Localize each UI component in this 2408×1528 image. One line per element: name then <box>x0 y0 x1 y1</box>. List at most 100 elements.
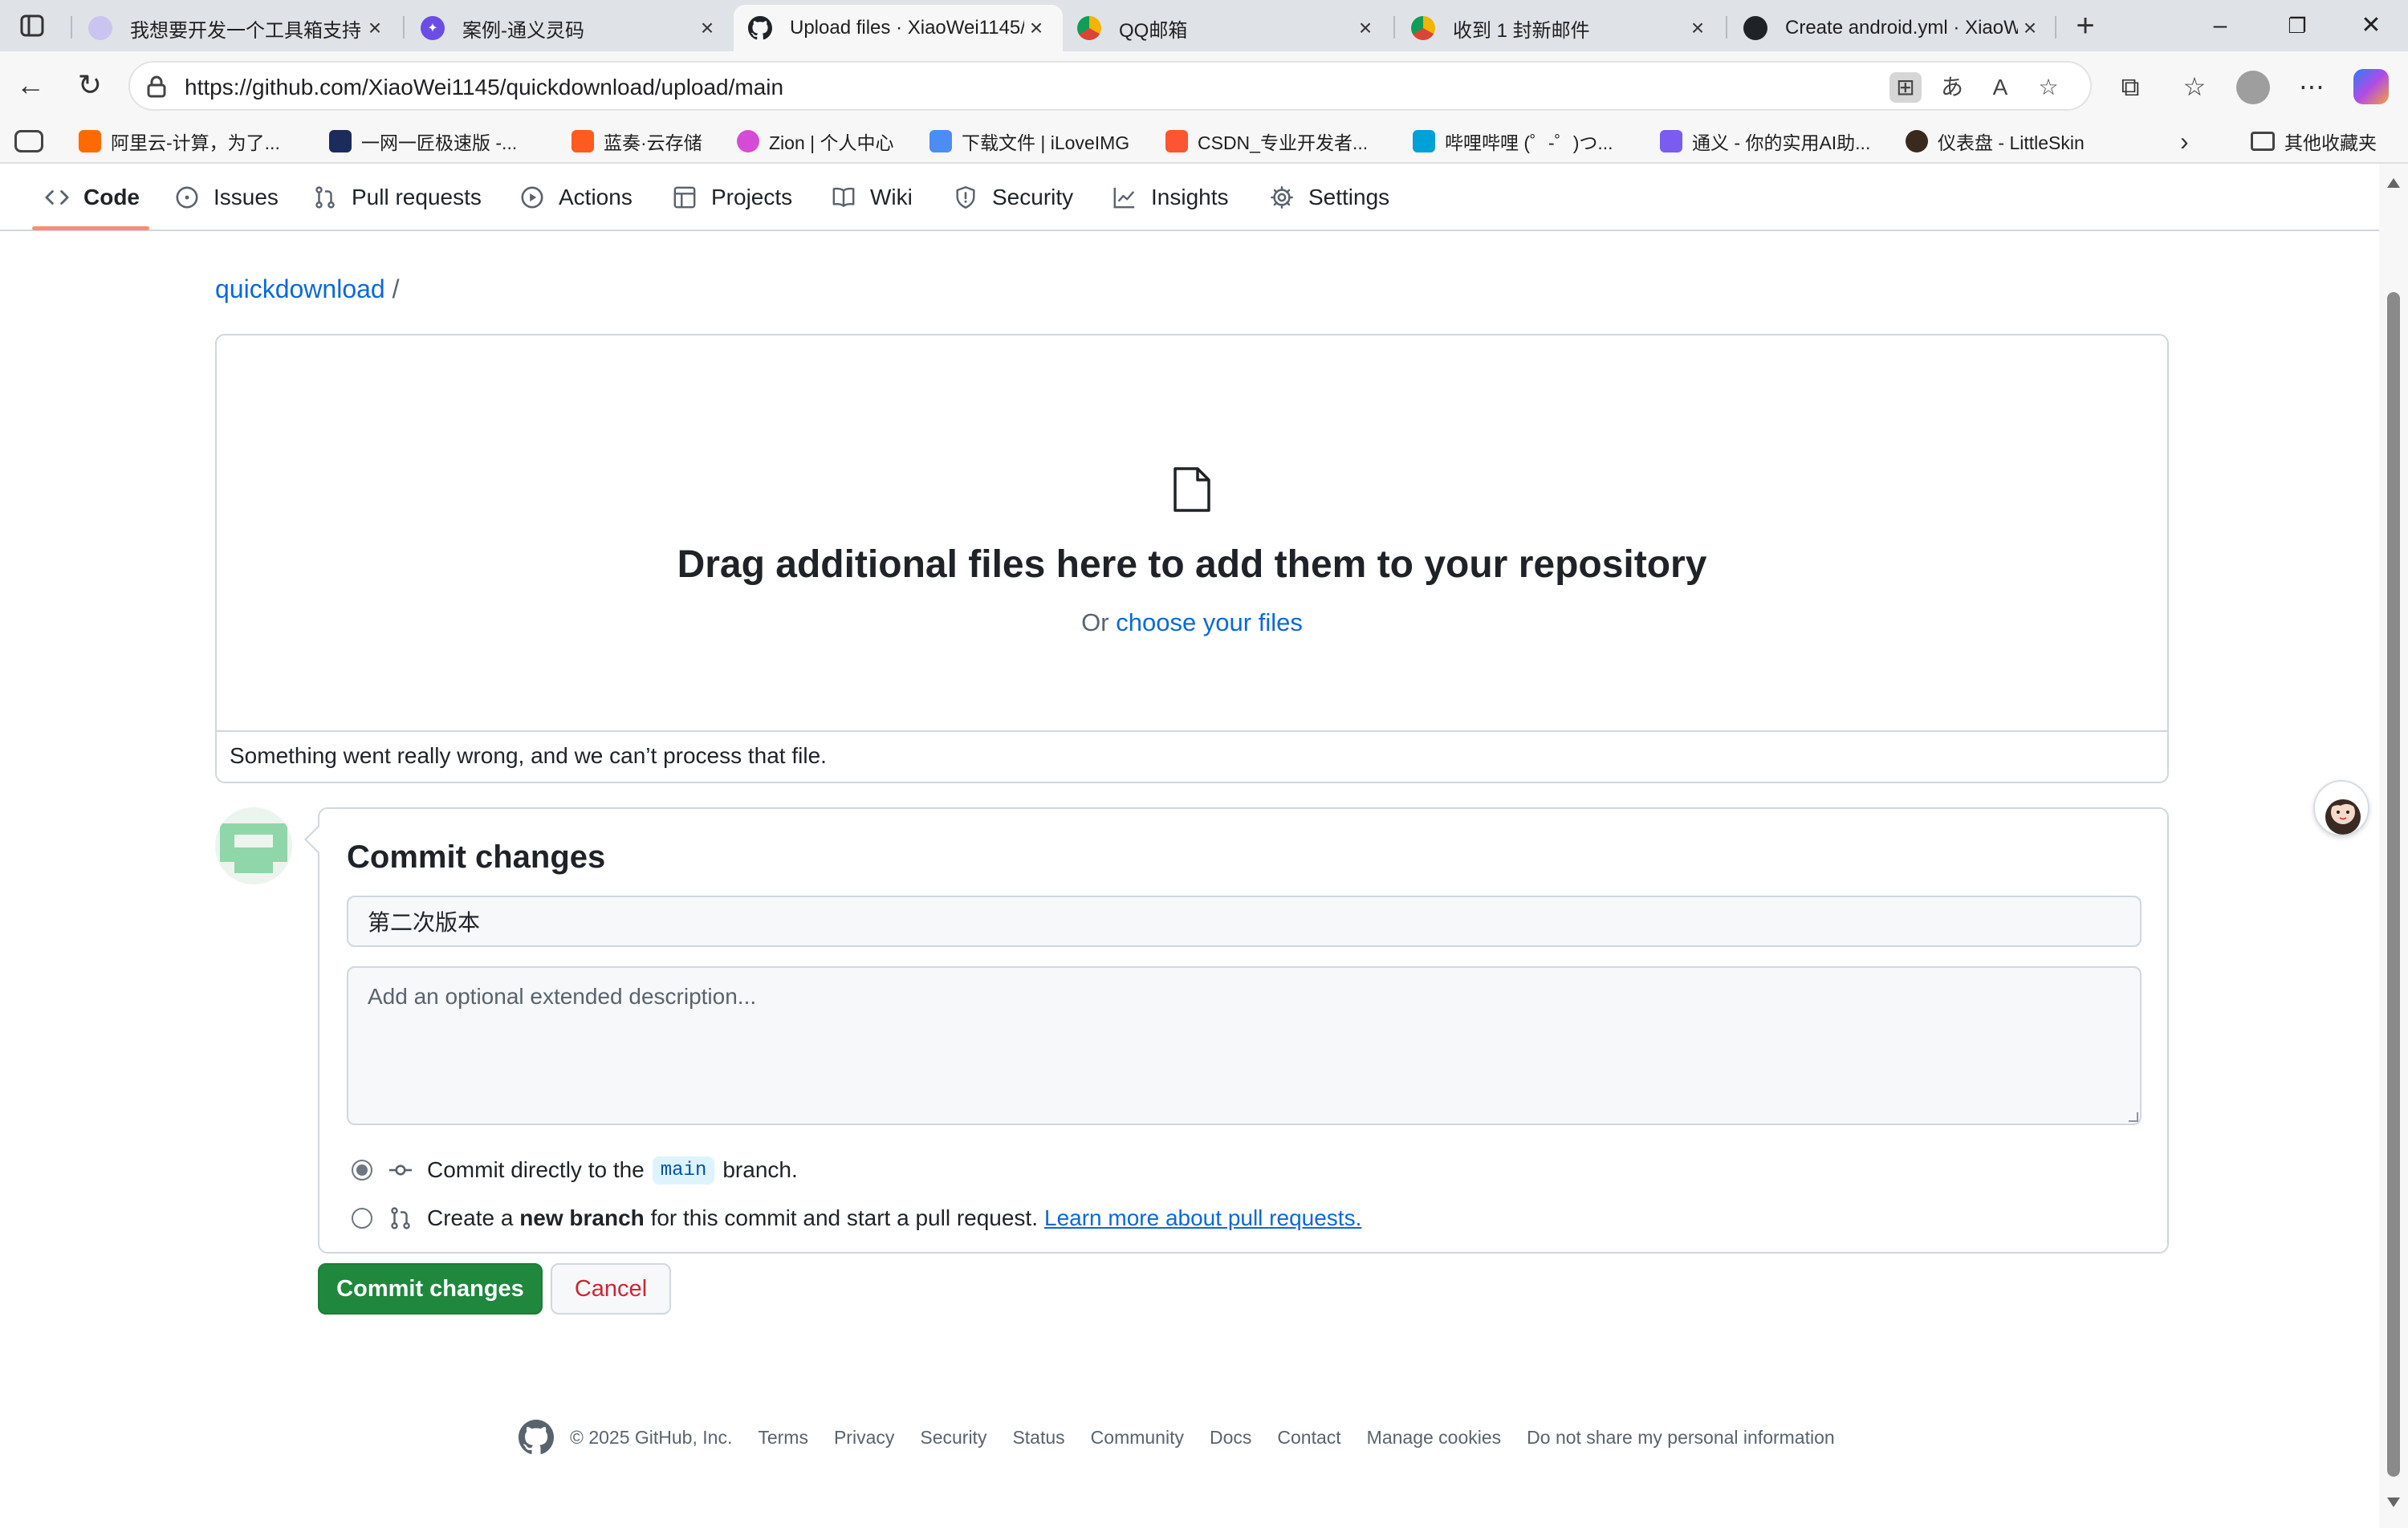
favorite-star-icon[interactable]: ☆ <box>2032 72 2064 103</box>
bookmark-item[interactable]: 仪表盘 - LittleSkin <box>1906 127 2085 156</box>
tab-projects[interactable]: Projects <box>671 181 792 213</box>
window-close-icon[interactable]: ✕ <box>2347 10 2395 42</box>
copilot-icon[interactable] <box>2353 69 2389 104</box>
table-icon <box>671 184 698 211</box>
page-footer: © 2025 GitHub, Inc. Terms Privacy Securi… <box>519 1417 1835 1457</box>
bookmark-favicon-icon <box>571 130 594 152</box>
footer-link-do-not-share[interactable]: Do not share my personal information <box>1527 1427 1835 1449</box>
footer-link-community[interactable]: Community <box>1091 1427 1184 1449</box>
footer-copyright: © 2025 GitHub, Inc. <box>570 1426 733 1448</box>
commit-summary-input[interactable] <box>347 896 2142 947</box>
assistant-avatar-icon[interactable] <box>2313 780 2369 836</box>
new-tab-icon[interactable]: + <box>2068 10 2103 42</box>
bookmark-item[interactable]: Zion | 个人中心 <box>737 127 894 156</box>
bookmark-item[interactable]: 通义 - 你的实用AI助... <box>1660 127 1870 156</box>
footer-link-status[interactable]: Status <box>1012 1427 1064 1449</box>
browser-tab[interactable]: ✦ 案例-通义灵码 × <box>406 5 734 51</box>
tab-close-icon[interactable]: × <box>1024 15 1048 41</box>
panel-pointer <box>304 826 332 853</box>
commit-panel: Commit changes Commit directly to the ma… <box>304 807 2169 1254</box>
tab-actions[interactable]: Actions <box>519 181 633 213</box>
tab-close-icon[interactable]: × <box>363 15 387 41</box>
bookmarks-bar: 阿里云-计算，为了... 一网一匠极速版 -... 蓝奏·云存储 Zion | … <box>0 120 2408 164</box>
bookmark-item[interactable]: 下载文件 | iLoveIMG <box>929 127 1129 156</box>
tab-settings[interactable]: Settings <box>1268 181 1389 213</box>
cancel-button[interactable]: Cancel <box>551 1263 671 1315</box>
sidebar-toggle-icon[interactable] <box>16 11 48 40</box>
bookmark-item[interactable]: 阿里云-计算，为了... <box>79 127 280 156</box>
app-available-icon[interactable]: ⊞ <box>1889 72 1922 103</box>
selected-tab-indicator <box>32 226 149 230</box>
tab-wiki[interactable]: Wiki <box>830 181 913 213</box>
footer-link-security[interactable]: Security <box>920 1427 986 1449</box>
browser-tab[interactable]: QQ邮箱 × <box>1063 5 1392 51</box>
page-scrollbar[interactable] <box>2379 164 2408 1528</box>
tab-close-icon[interactable]: × <box>1686 15 1710 41</box>
commit-changes-button[interactable]: Commit changes <box>318 1263 543 1315</box>
tab-insights[interactable]: Insights <box>1111 181 1229 213</box>
pull-request-icon <box>388 1206 413 1230</box>
browser-tab-strip: 我想要开发一个工具箱支持 × ✦ 案例-通义灵码 × Upload files … <box>0 0 2408 51</box>
bookmark-item[interactable]: 哔哩哔哩 (゜-゜)つ... <box>1413 127 1613 156</box>
radio-new-branch[interactable] <box>352 1208 372 1229</box>
translate-icon[interactable]: あ <box>1936 72 1968 103</box>
address-bar[interactable]: https://github.com/XiaoWei1145/quickdown… <box>128 61 2092 111</box>
footer-link-privacy[interactable]: Privacy <box>834 1427 894 1449</box>
minimize-icon[interactable]: – <box>2196 10 2244 42</box>
avatar[interactable] <box>215 807 292 884</box>
more-menu-icon[interactable]: ⋯ <box>2294 69 2329 104</box>
tab-code[interactable]: Code <box>43 181 140 213</box>
bookmark-item[interactable]: 蓝奏·云存储 <box>571 127 702 156</box>
favorites-icon[interactable]: ☆ <box>2177 69 2212 104</box>
tab-pull-requests[interactable]: Pull requests <box>311 181 482 213</box>
tab-close-icon[interactable]: × <box>1353 15 1377 41</box>
book-icon <box>830 184 857 211</box>
git-commit-icon <box>388 1158 413 1182</box>
bookmark-item[interactable]: CSDN_专业开发者... <box>1165 127 1368 156</box>
branch-name-badge: main <box>652 1156 715 1185</box>
choose-files-link[interactable]: choose your files <box>1116 608 1303 636</box>
tab-security[interactable]: Security <box>952 181 1073 213</box>
extensions-icon[interactable]: ⧉ <box>2113 69 2148 104</box>
scrollbar-thumb[interactable] <box>2387 292 2400 1477</box>
footer-link-terms[interactable]: Terms <box>758 1427 808 1449</box>
tab-separator <box>1726 16 1727 39</box>
tab-issues[interactable]: Issues <box>173 181 279 213</box>
bookmark-favicon-icon <box>929 130 952 152</box>
url-text[interactable]: https://github.com/XiaoWei1145/quickdown… <box>185 75 783 100</box>
footer-link-manage-cookies[interactable]: Manage cookies <box>1367 1427 1502 1449</box>
commit-description-textarea[interactable] <box>347 966 2142 1125</box>
pull-request-icon <box>311 184 339 211</box>
learn-more-pull-requests-link[interactable]: Learn more about pull requests. <box>1044 1205 1361 1231</box>
breadcrumb-repo-link[interactable]: quickdownload <box>215 274 385 303</box>
browser-tab[interactable]: 收到 1 封新邮件 × <box>1397 5 1724 51</box>
footer-link-docs[interactable]: Docs <box>1210 1427 1251 1449</box>
tab-close-icon[interactable]: × <box>695 15 719 41</box>
tab-close-icon[interactable]: × <box>2018 15 2042 41</box>
reading-list-icon[interactable] <box>14 130 43 152</box>
profile-avatar[interactable] <box>2236 71 2270 104</box>
scroll-down-icon[interactable] <box>2387 1498 2400 1507</box>
reload-icon[interactable]: ↻ <box>72 67 108 103</box>
play-icon <box>519 184 546 211</box>
restore-icon[interactable]: ❐ <box>2273 10 2321 42</box>
read-aloud-icon[interactable]: A <box>1984 72 2016 103</box>
file-drop-zone[interactable]: Drag additional files here to add them t… <box>215 334 2169 783</box>
radio-commit-direct[interactable] <box>352 1160 372 1181</box>
footer-link-contact[interactable]: Contact <box>1277 1427 1340 1449</box>
chevron-right-icon[interactable]: › <box>2180 127 2189 156</box>
graph-icon <box>1111 184 1138 211</box>
lock-icon[interactable] <box>146 75 167 98</box>
browser-tab[interactable]: 我想要开发一个工具箱支持 × <box>74 5 401 51</box>
commit-direct-option[interactable]: Commit directly to the main branch. <box>352 1154 798 1186</box>
resize-handle-icon[interactable] <box>2129 1112 2138 1122</box>
browser-tab-active[interactable]: Upload files · XiaoWei1145/ × <box>734 5 1063 51</box>
github-logo-icon[interactable] <box>519 1420 554 1455</box>
other-bookmarks[interactable]: 其他收藏夹 <box>2251 127 2377 156</box>
browser-tab[interactable]: Create android.yml · XiaoW × <box>1729 5 2056 51</box>
bookmark-item[interactable]: 一网一匠极速版 -... <box>329 127 517 156</box>
drop-area[interactable]: Drag additional files here to add them t… <box>217 335 2167 732</box>
scroll-up-icon[interactable] <box>2387 178 2400 188</box>
commit-new-branch-option[interactable]: Create a new branch for this commit and … <box>352 1202 1361 1234</box>
back-icon[interactable]: ← <box>13 67 48 103</box>
